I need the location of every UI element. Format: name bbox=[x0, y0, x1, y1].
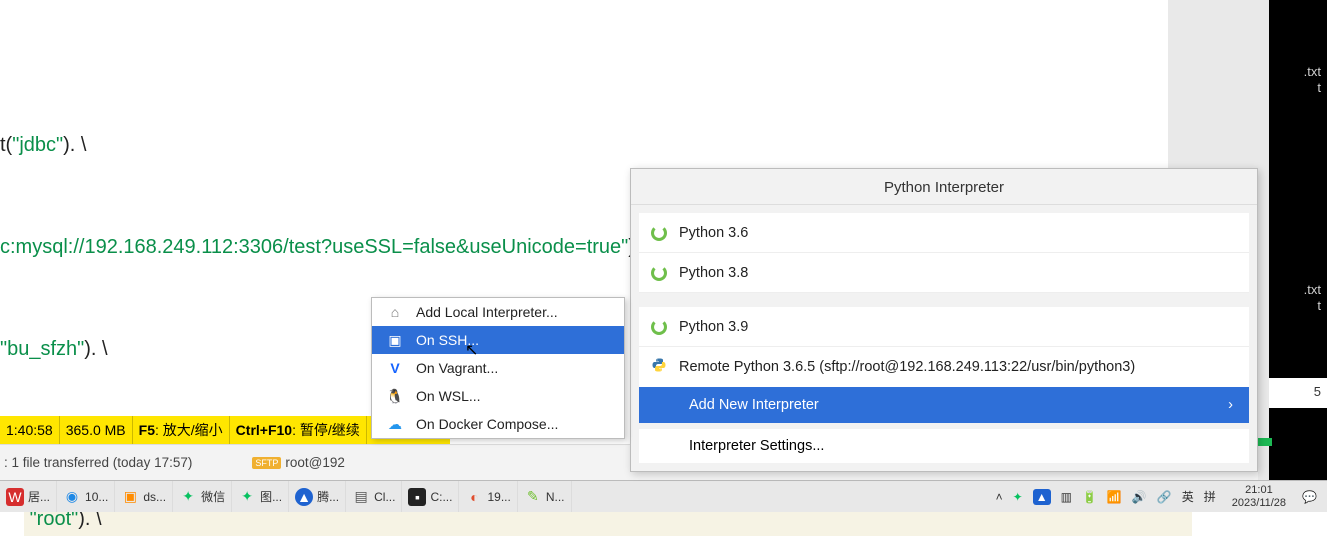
file-ext-label: .txt bbox=[1304, 64, 1321, 79]
linux-icon: 🐧 bbox=[386, 387, 404, 405]
battery-icon[interactable]: 🔋 bbox=[1082, 490, 1097, 504]
interpreter-row-py36[interactable]: Python 3.6 bbox=[639, 213, 1249, 253]
status-ctrlf10: Ctrl+F10: 暂停/继续 bbox=[230, 416, 367, 444]
app-icon: ◐ bbox=[465, 488, 483, 506]
terminal-icon: ▪ bbox=[408, 488, 426, 506]
ime-mode[interactable]: 拼 bbox=[1204, 488, 1216, 505]
sftp-host: root@192 bbox=[285, 455, 345, 470]
docker-compose-icon: ☁ bbox=[386, 415, 404, 433]
add-new-interpreter[interactable]: Add New Interpreter › bbox=[639, 387, 1249, 423]
taskbar-app[interactable]: W居... bbox=[0, 481, 57, 512]
side-terminal-panel: .txt t .txt t 5 bbox=[1269, 0, 1327, 480]
tray-app-icon[interactable]: ▲ bbox=[1033, 489, 1051, 505]
status-f5: F5: 放大/缩小 bbox=[133, 416, 230, 444]
taskbar-app[interactable]: ✎N... bbox=[518, 481, 572, 512]
menu-item-label: Add Local Interpreter... bbox=[416, 304, 558, 320]
menu-item-label: On WSL... bbox=[416, 388, 481, 404]
taskbar-app[interactable]: ▲腾... bbox=[289, 481, 346, 512]
add-interpreter-label: Add New Interpreter bbox=[689, 397, 819, 413]
app-icon: ▤ bbox=[352, 488, 370, 506]
wechat-icon: ✦ bbox=[238, 488, 256, 506]
file-ext-label: t bbox=[1317, 80, 1321, 95]
menu-on-vagrant[interactable]: V On Vagrant... bbox=[372, 354, 624, 382]
tray-chevron-up-icon[interactable]: ˄ bbox=[996, 490, 1003, 504]
menu-item-label: On Docker Compose... bbox=[416, 416, 558, 432]
taskbar-app[interactable]: ◐19... bbox=[459, 481, 517, 512]
green-indicator bbox=[1258, 438, 1272, 446]
menu-add-local-interpreter[interactable]: ⌂ Add Local Interpreter... bbox=[372, 298, 624, 326]
wps-icon: W bbox=[6, 488, 24, 506]
interpreter-row-py39[interactable]: Python 3.9 bbox=[639, 307, 1249, 347]
notepad-icon: ✎ bbox=[524, 488, 542, 506]
taskbar-app[interactable]: ✦微信 bbox=[173, 481, 232, 512]
volume-icon[interactable]: 🔊 bbox=[1132, 490, 1147, 504]
tray-app-icon[interactable]: ▥ bbox=[1061, 490, 1072, 504]
taskbar-app[interactable]: ✦图... bbox=[232, 481, 289, 512]
taskbar-clock[interactable]: 21:01 2023/11/28 bbox=[1226, 484, 1292, 510]
interpreter-settings-label: Interpreter Settings... bbox=[689, 438, 824, 454]
chevron-right-icon: › bbox=[1228, 397, 1233, 413]
popup-title: Python Interpreter bbox=[631, 169, 1257, 205]
vm-icon: ▣ bbox=[121, 488, 139, 506]
add-interpreter-submenu[interactable]: ⌂ Add Local Interpreter... ▣ On SSH... V… bbox=[371, 297, 625, 439]
interpreter-label: Python 3.8 bbox=[679, 265, 748, 281]
taskbar-app[interactable]: ▪C:... bbox=[402, 481, 459, 512]
clock-date: 2023/11/28 bbox=[1232, 497, 1286, 510]
menu-on-docker-compose[interactable]: ☁ On Docker Compose... bbox=[372, 410, 624, 438]
interpreter-settings[interactable]: Interpreter Settings... bbox=[639, 423, 1249, 463]
terminal-icon: ▣ bbox=[386, 331, 404, 349]
edge-icon: ◉ bbox=[63, 488, 81, 506]
notifications-icon[interactable]: 💬 bbox=[1302, 490, 1317, 504]
tencent-icon: ▲ bbox=[295, 488, 313, 506]
clock-time: 21:01 bbox=[1232, 484, 1286, 497]
system-tray[interactable]: ˄ ✦ ▲ ▥ 🔋 📶 🔊 🔗 英 拼 21:01 2023/11/28 💬 bbox=[996, 481, 1327, 512]
spinner-icon bbox=[651, 265, 667, 281]
tray-app-icon[interactable]: 🔗 bbox=[1157, 490, 1172, 504]
interpreter-label: Remote Python 3.6.5 (sftp://root@192.168… bbox=[679, 359, 1135, 375]
wechat-icon: ✦ bbox=[179, 488, 197, 506]
file-ext-label: .txt bbox=[1304, 282, 1321, 297]
sftp-icon: SFTP bbox=[252, 457, 281, 469]
taskbar-app[interactable]: ▤Cl... bbox=[346, 481, 402, 512]
file-ext-label: t bbox=[1317, 298, 1321, 313]
interpreter-row-remote[interactable]: Remote Python 3.6.5 (sftp://root@192.168… bbox=[639, 347, 1249, 387]
spinner-icon bbox=[651, 319, 667, 335]
list-separator bbox=[631, 293, 1257, 299]
status-memory: 365.0 MB bbox=[60, 416, 133, 444]
interpreter-list-2: Python 3.9 Remote Python 3.6.5 (sftp://r… bbox=[639, 307, 1249, 387]
interpreter-label: Python 3.6 bbox=[679, 225, 748, 241]
windows-taskbar[interactable]: W居... ◉10... ▣ds... ✦微信 ✦图... ▲腾... ▤Cl.… bbox=[0, 480, 1327, 512]
tray-app-icon[interactable]: ✦ bbox=[1013, 490, 1023, 504]
menu-item-label: On Vagrant... bbox=[416, 360, 498, 376]
menu-on-ssh[interactable]: ▣ On SSH... bbox=[372, 326, 624, 354]
status-time: 1:40:58 bbox=[0, 416, 60, 444]
file-num-label: 5 bbox=[1314, 384, 1321, 399]
mouse-cursor-icon: ↖ bbox=[465, 340, 478, 360]
ime-lang[interactable]: 英 bbox=[1182, 488, 1194, 505]
interpreter-list: Python 3.6 Python 3.8 bbox=[639, 213, 1249, 293]
status-transfer: : 1 file transferred (today 17:57) bbox=[0, 455, 192, 470]
vagrant-icon: V bbox=[386, 359, 404, 377]
spinner-icon bbox=[651, 225, 667, 241]
python-icon bbox=[651, 357, 667, 377]
taskbar-app[interactable]: ◉10... bbox=[57, 481, 115, 512]
wifi-icon[interactable]: 📶 bbox=[1107, 490, 1122, 504]
interpreter-row-py38[interactable]: Python 3.8 bbox=[639, 253, 1249, 293]
sftp-indicator[interactable]: SFTP root@192 bbox=[252, 455, 345, 470]
menu-on-wsl[interactable]: 🐧 On WSL... bbox=[372, 382, 624, 410]
taskbar-app[interactable]: ▣ds... bbox=[115, 481, 173, 512]
home-icon: ⌂ bbox=[386, 303, 404, 321]
python-interpreter-popup[interactable]: Python Interpreter Python 3.6 Python 3.8… bbox=[630, 168, 1258, 472]
interpreter-label: Python 3.9 bbox=[679, 319, 748, 335]
